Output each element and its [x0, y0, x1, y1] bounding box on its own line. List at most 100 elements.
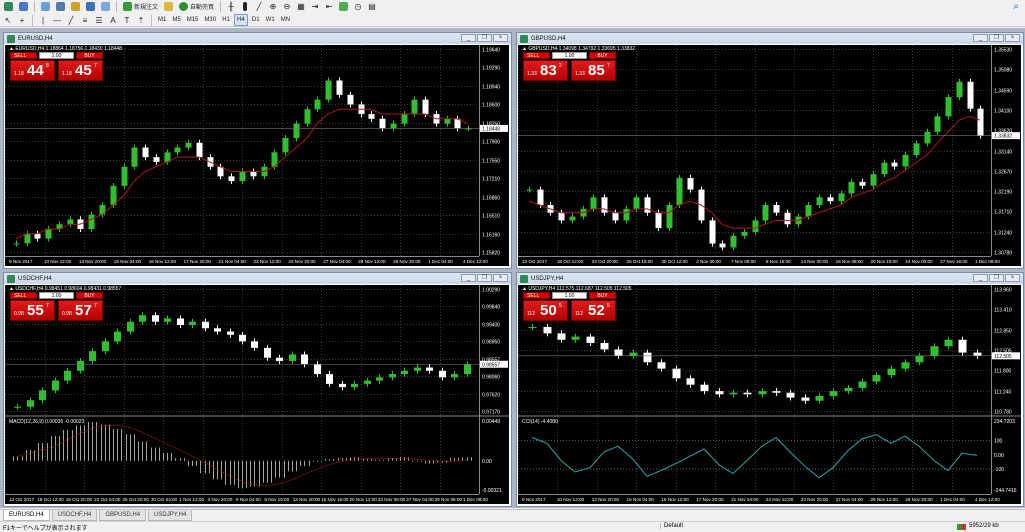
close-button[interactable]: × [493, 274, 508, 282]
bar-chart-icon[interactable]: ╫ [225, 1, 237, 13]
new-chart-icon[interactable] [2, 1, 15, 13]
restore-button[interactable]: ❐ [989, 34, 1004, 42]
tab-gbpusd[interactable]: GBPUSD,H4 [99, 510, 147, 521]
search-icon[interactable]: ⌕ [1013, 1, 1019, 12]
ask-price-button[interactable]: 112 52 5 [571, 300, 616, 321]
close-button[interactable]: × [1005, 274, 1020, 282]
sell-button[interactable]: SELL [10, 52, 37, 59]
bid-price-pip: 5 [559, 303, 562, 309]
lot-size-input[interactable]: 1.00 [552, 292, 587, 299]
timeframe-h1[interactable]: H1 [220, 14, 232, 26]
navigator-icon[interactable] [69, 1, 82, 13]
sell-button[interactable]: SELL [523, 292, 550, 299]
window-title-bar[interactable]: GBPUSD,H4 _ ❐ × [517, 33, 1023, 44]
ask-price-button[interactable]: 1.18 45 7 [58, 60, 103, 81]
close-button[interactable]: × [493, 34, 508, 42]
buy-button[interactable]: BUY [589, 52, 616, 59]
cursor-icon[interactable]: ↖ [2, 14, 14, 26]
candle-body [114, 331, 121, 342]
window-title-bar[interactable]: USDJPY,H4 _ ❐ × [517, 273, 1023, 284]
horizontal-line-icon[interactable]: — [51, 14, 63, 26]
zoom-in-icon[interactable]: ⊕ [267, 1, 279, 13]
chart-window-eurusd[interactable]: EURUSD,H4 _ ❐ × 1.19640 1.19290 1.18940 1.18600… [3, 32, 512, 269]
candle-body [829, 391, 838, 396]
channel-icon[interactable]: ≡ [79, 14, 91, 26]
market-watch-icon[interactable] [39, 1, 52, 13]
profiles-icon[interactable] [17, 1, 30, 13]
timeframe-h4[interactable]: H4 [234, 14, 248, 26]
minimize-button[interactable]: _ [461, 34, 476, 42]
timeframe-m5[interactable]: M5 [170, 14, 182, 26]
sell-button[interactable]: SELL [523, 52, 550, 59]
chart-window-usdjpy[interactable]: USDJPY,H4 _ ❐ × 113.960 113.410 112.850 112.505… [516, 272, 1024, 507]
timeframe-d1[interactable]: D1 [250, 14, 262, 26]
lot-size-input[interactable]: 1.00 [552, 52, 587, 59]
data-window-icon[interactable] [54, 1, 67, 13]
tester-icon[interactable] [99, 1, 112, 13]
vertical-line-icon[interactable]: | [37, 14, 49, 26]
chart-tabs: EURUSD,H4 USDCHF,H4 GBPUSD,H4 USDJPY,H4 [0, 509, 1025, 521]
timeframe-mn[interactable]: MN [279, 14, 292, 26]
buy-button[interactable]: BUY [76, 292, 103, 299]
chart-plot[interactable]: 1.00290 0.99840 0.99400 0.98950 0.98557 0.980… [5, 285, 509, 504]
tab-usdchf[interactable]: USDCHF,H4 [51, 510, 98, 521]
new-order-button[interactable]: 新規注文 [121, 1, 160, 13]
periods-icon[interactable]: ◷ [352, 1, 364, 13]
buy-button[interactable]: BUY [76, 52, 103, 59]
time-axis-label: 9 Nov 2017 [522, 497, 546, 502]
buy-button[interactable]: BUY [589, 292, 616, 299]
sell-button[interactable]: SELL [10, 292, 37, 299]
ask-price-button[interactable]: 0.98 57 7 [58, 300, 103, 321]
cci-level-label: 0.00 [994, 453, 1004, 459]
timeframe-m30[interactable]: M30 [202, 14, 218, 26]
chart-plot[interactable]: 1.35530 1.35080 1.34590 1.34100 1.33620 1.331… [518, 45, 1021, 266]
indicators-icon[interactable] [337, 1, 350, 13]
auto-scroll-icon[interactable]: ⇥ [309, 1, 321, 13]
bid-price-button[interactable]: 0.98 55 7 [10, 300, 55, 321]
chart-window-gbpusd[interactable]: GBPUSD,H4 _ ❐ × 1.35530 1.35080 1.34590 1.34100… [516, 32, 1024, 269]
fibonacci-icon[interactable]: ☰ [93, 14, 105, 26]
zoom-out-icon[interactable]: ⊖ [281, 1, 293, 13]
templates-icon[interactable]: ▤ [366, 1, 378, 13]
minimize-button[interactable]: _ [461, 274, 476, 282]
metaeditor-icon[interactable] [162, 1, 175, 13]
restore-button[interactable]: ❐ [989, 274, 1004, 282]
candlestick-icon[interactable] [239, 1, 251, 13]
bid-price-button[interactable]: 1.18 44 8 [10, 60, 55, 81]
tab-eurusd[interactable]: EURUSD,H4 [3, 510, 50, 521]
label-icon[interactable]: T [121, 14, 133, 26]
window-title-bar[interactable]: USDCHF,H4 _ ❐ × [4, 273, 511, 284]
ask-price-button[interactable]: 1.33 85 7 [571, 60, 616, 81]
bid-price-button[interactable]: 112 50 5 [523, 300, 568, 321]
chart-shift-icon[interactable]: ⇤ [323, 1, 335, 13]
terminal-icon[interactable] [84, 1, 97, 13]
time-axis-label: 1 Dec 04:00 [940, 497, 965, 502]
minimize-button[interactable]: _ [973, 274, 988, 282]
crosshair-icon[interactable]: + [16, 14, 28, 26]
restore-button[interactable]: ❐ [477, 274, 492, 282]
restore-button[interactable]: ❐ [477, 34, 492, 42]
trendline-icon[interactable]: ╱ [65, 14, 77, 26]
lot-size-input[interactable]: 1.00 [39, 52, 74, 59]
lot-size-input[interactable]: 1.00 [39, 292, 74, 299]
arrows-icon[interactable]: ⇡ [135, 14, 147, 26]
tile-windows-icon[interactable]: ▦ [295, 1, 307, 13]
line-chart-icon[interactable]: ╱ [253, 1, 265, 13]
text-icon[interactable]: A [107, 14, 119, 26]
window-title-bar[interactable]: EURUSD,H4 _ ❐ × [4, 33, 511, 44]
bid-price-button[interactable]: 1.33 83 2 [523, 60, 568, 81]
timeframe-m1[interactable]: M1 [156, 14, 168, 26]
timeframe-w1[interactable]: W1 [264, 14, 277, 26]
candle-body [379, 118, 386, 129]
auto-trading-button[interactable]: 自動売買 [177, 1, 216, 13]
chart-window-usdchf[interactable]: USDCHF,H4 _ ❐ × 1.00290 0.99840 0.99400 0.98950… [3, 272, 512, 507]
tab-usdjpy[interactable]: USDJPY,H4 [148, 510, 193, 521]
profile-name[interactable]: Default [660, 523, 880, 529]
timeframe-m15[interactable]: M15 [185, 14, 201, 26]
ask-price-big: 52 [588, 302, 605, 319]
chart-plot[interactable]: 113.960 113.410 112.850 112.505 111.800 111.2… [518, 285, 1021, 504]
chart-plot[interactable]: 1.19640 1.19290 1.18940 1.18600 1.18250 1.179… [5, 45, 509, 266]
close-button[interactable]: × [1005, 34, 1020, 42]
minimize-button[interactable]: _ [973, 34, 988, 42]
candle-body [623, 208, 630, 221]
